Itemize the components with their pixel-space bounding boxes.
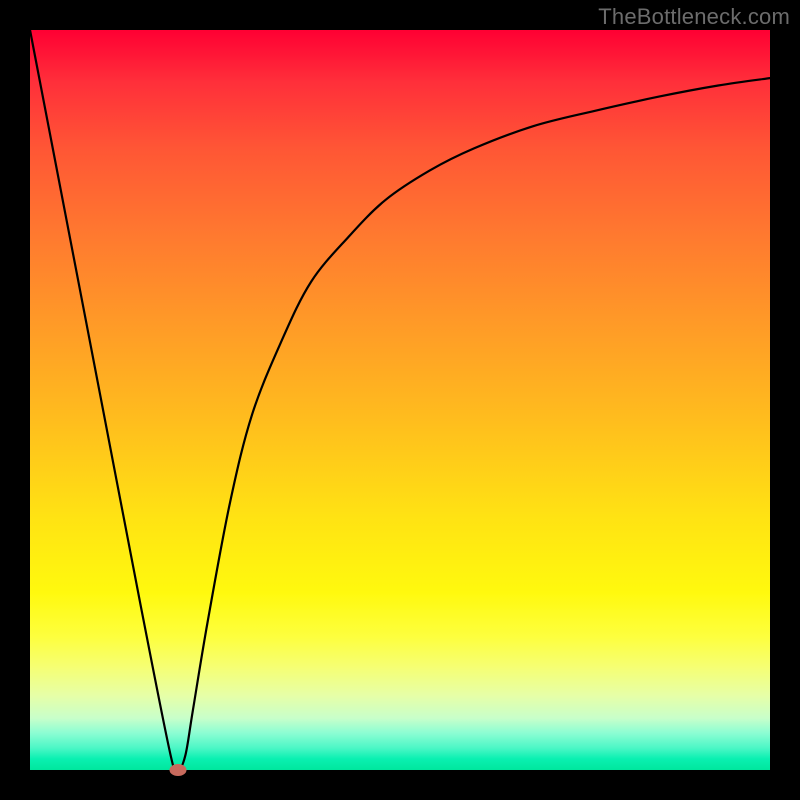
bottleneck-curve — [30, 30, 770, 773]
curve-svg — [30, 30, 770, 770]
plot-area — [30, 30, 770, 770]
chart-frame: TheBottleneck.com — [0, 0, 800, 800]
watermark-text: TheBottleneck.com — [598, 4, 790, 30]
minimum-marker — [170, 764, 187, 776]
